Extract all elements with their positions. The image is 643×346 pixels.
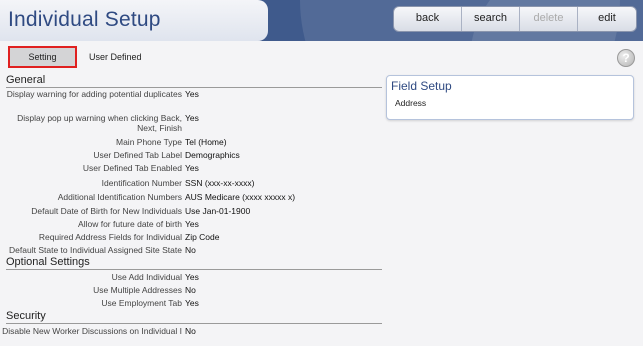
setting-value: No: [185, 285, 196, 295]
field-setup-address-link[interactable]: Address: [395, 98, 426, 108]
setting-label: Required Address Fields for Individual: [38, 232, 182, 242]
setting-label: Additional Identification Numbers: [57, 192, 182, 202]
setting-value: Demographics: [185, 150, 240, 160]
setting-label: Use Multiple Addresses: [93, 285, 182, 295]
setting-label: Use Add Individual: [111, 272, 182, 282]
setting-value: No: [185, 326, 196, 336]
section-heading-optional: Optional Settings: [6, 256, 382, 270]
back-button[interactable]: back: [394, 7, 462, 31]
setting-value: Yes: [185, 163, 199, 173]
section-heading-security: Security: [6, 310, 382, 324]
tab-user-defined[interactable]: User Defined: [89, 52, 142, 62]
setting-value: AUS Medicare (xxxx xxxxx x): [185, 192, 296, 202]
section-heading-general: General: [6, 74, 382, 88]
setting-label: Display warning for adding potential dup…: [6, 89, 182, 99]
edit-button[interactable]: edit: [578, 7, 636, 31]
field-setup-panel: Field Setup Address: [386, 75, 634, 120]
main-content: Setting User Defined ? General Display w…: [0, 41, 643, 346]
setting-value: Yes: [185, 89, 199, 99]
setting-label: User Defined Tab Enabled: [82, 163, 182, 173]
setting-value: No: [185, 245, 196, 255]
setting-value: SSN (xxx-xx-xxxx): [185, 178, 255, 188]
setting-label: Main Phone Type: [116, 137, 182, 147]
setting-value: Tel (Home): [185, 137, 227, 147]
setting-label: Default Date of Birth for New Individual…: [31, 206, 182, 216]
help-icon[interactable]: ?: [617, 49, 635, 67]
tab-setting[interactable]: Setting: [8, 46, 77, 68]
setting-label: User Defined Tab Label: [93, 150, 182, 160]
setting-label: Allow for future date of birth: [78, 219, 182, 229]
setting-value: Yes: [185, 219, 199, 229]
setting-value: Zip Code: [185, 232, 220, 242]
setting-label: Use Employment Tab: [101, 298, 182, 308]
setting-value: Yes: [185, 272, 199, 282]
field-setup-title: Field Setup: [391, 79, 452, 93]
page-title-tab: Individual Setup: [0, 0, 268, 41]
setting-value: Yes: [185, 113, 199, 123]
tab-bar: Setting User Defined: [8, 46, 142, 68]
setting-value: Yes: [185, 298, 199, 308]
setting-label: Default State to Individual Assigned Sit…: [9, 245, 182, 255]
page-title: Individual Setup: [8, 8, 161, 31]
toolbar: back search delete edit: [393, 6, 637, 32]
delete-button: delete: [520, 7, 578, 31]
setting-value: Use Jan-01-1900: [185, 206, 251, 216]
setting-label: Identification Number: [101, 178, 182, 188]
setting-label: Disable New Worker Discussions on Indivi…: [2, 326, 182, 336]
setting-label: Display pop up warning when clicking Bac…: [17, 113, 182, 133]
search-button[interactable]: search: [462, 7, 520, 31]
